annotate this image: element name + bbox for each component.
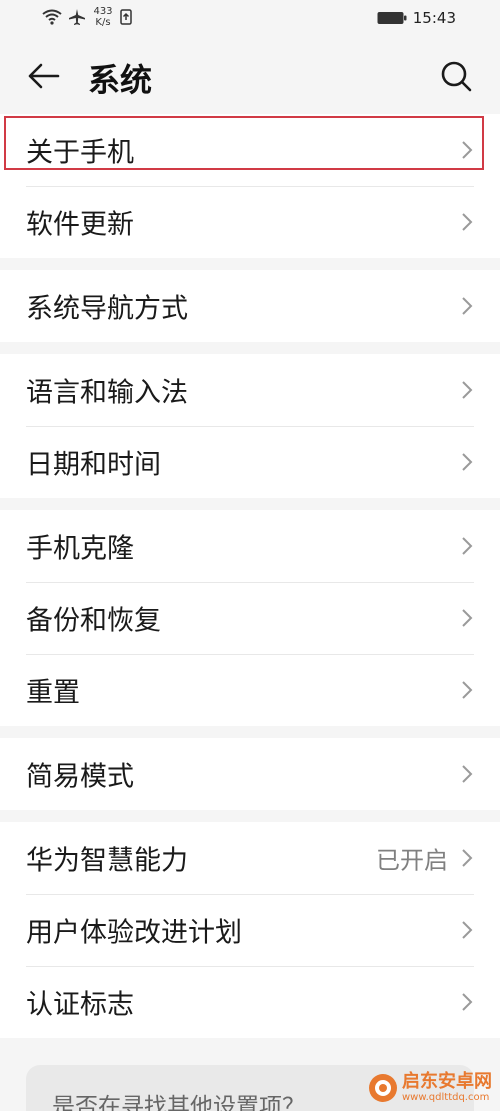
- settings-group-other: 华为智慧能力 已开启 用户体验改进计划 认证标志: [0, 822, 500, 1038]
- settings-item-label: 语言和输入法: [26, 377, 188, 409]
- header: 系统: [0, 38, 500, 114]
- suggestion-text: 是否在寻找其他设置项？: [52, 1094, 305, 1111]
- settings-item-label: 华为智慧能力: [26, 845, 188, 877]
- settings-item-label: 关于手机: [26, 137, 134, 169]
- chevron-right-icon: [462, 453, 473, 471]
- chevron-right-icon: [462, 381, 473, 399]
- settings-item-label: 系统导航方式: [26, 293, 188, 325]
- network-speed-unit: K/s: [95, 17, 111, 28]
- settings-item-system-navigation[interactable]: 系统导航方式: [0, 270, 500, 342]
- chevron-right-icon: [462, 681, 473, 699]
- settings-group-simple: 简易模式: [0, 738, 500, 810]
- status-right: 15:43: [377, 9, 456, 27]
- network-speed-value: 433: [93, 6, 113, 17]
- settings-item-backup-restore[interactable]: 备份和恢复: [0, 582, 500, 654]
- search-button[interactable]: [436, 56, 476, 96]
- settings-item-certification[interactable]: 认证标志: [0, 966, 500, 1038]
- back-button[interactable]: [24, 56, 64, 96]
- settings-item-date-time[interactable]: 日期和时间: [0, 426, 500, 498]
- chevron-right-icon: [462, 921, 473, 939]
- watermark-text: 启东安卓网 www.qdlttdq.com: [402, 1072, 492, 1104]
- settings-item-label: 重置: [26, 677, 80, 709]
- chevron-right-icon: [462, 849, 473, 867]
- settings-item-value: 已开启: [376, 846, 448, 875]
- watermark-name: 启东安卓网: [402, 1071, 492, 1092]
- battery-icon: [377, 12, 407, 24]
- chevron-right-icon: [462, 537, 473, 555]
- settings-group-backup: 手机克隆 备份和恢复 重置: [0, 510, 500, 726]
- settings-item-label: 备份和恢复: [26, 605, 161, 637]
- settings-item-label: 软件更新: [26, 209, 134, 241]
- settings-item-phone-clone[interactable]: 手机克隆: [0, 510, 500, 582]
- settings-item-reset[interactable]: 重置: [0, 654, 500, 726]
- settings-item-about-phone[interactable]: 关于手机: [0, 114, 500, 186]
- settings-group-locale: 语言和输入法 日期和时间: [0, 354, 500, 498]
- settings-item-label: 手机克隆: [26, 533, 134, 565]
- airplane-icon: [69, 9, 85, 25]
- watermark: 启东安卓网 www.qdlttdq.com: [368, 1072, 492, 1104]
- wifi-icon: [42, 9, 62, 25]
- clock: 15:43: [412, 9, 456, 27]
- back-arrow-icon: [28, 63, 60, 89]
- settings-item-label: 认证标志: [26, 989, 134, 1021]
- status-bar: 433 K/s 15:43: [0, 0, 500, 38]
- search-icon: [441, 61, 472, 92]
- watermark-url: www.qdlttdq.com: [402, 1092, 490, 1103]
- logo-icon: [369, 1074, 397, 1102]
- settings-group-navigation: 系统导航方式: [0, 270, 500, 342]
- chevron-right-icon: [462, 993, 473, 1011]
- page-title: 系统: [88, 61, 153, 99]
- chevron-right-icon: [462, 297, 473, 315]
- chevron-right-icon: [462, 141, 473, 159]
- chevron-right-icon: [462, 609, 473, 627]
- network-speed: 433 K/s: [92, 6, 114, 28]
- status-left: 433 K/s: [42, 6, 132, 28]
- upload-icon: [120, 9, 132, 25]
- settings-item-label: 日期和时间: [26, 449, 161, 481]
- settings-item-software-update[interactable]: 软件更新: [0, 186, 500, 258]
- settings-item-huawei-ai[interactable]: 华为智慧能力 已开启: [0, 822, 500, 894]
- settings-item-simple-mode[interactable]: 简易模式: [0, 738, 500, 810]
- settings-item-label: 简易模式: [26, 761, 134, 793]
- chevron-right-icon: [462, 213, 473, 231]
- settings-item-language-input[interactable]: 语言和输入法: [0, 354, 500, 426]
- settings-item-label: 用户体验改进计划: [26, 917, 242, 949]
- settings-group-basic: 关于手机 软件更新: [0, 114, 500, 258]
- chevron-right-icon: [462, 765, 473, 783]
- settings-item-user-experience[interactable]: 用户体验改进计划: [0, 894, 500, 966]
